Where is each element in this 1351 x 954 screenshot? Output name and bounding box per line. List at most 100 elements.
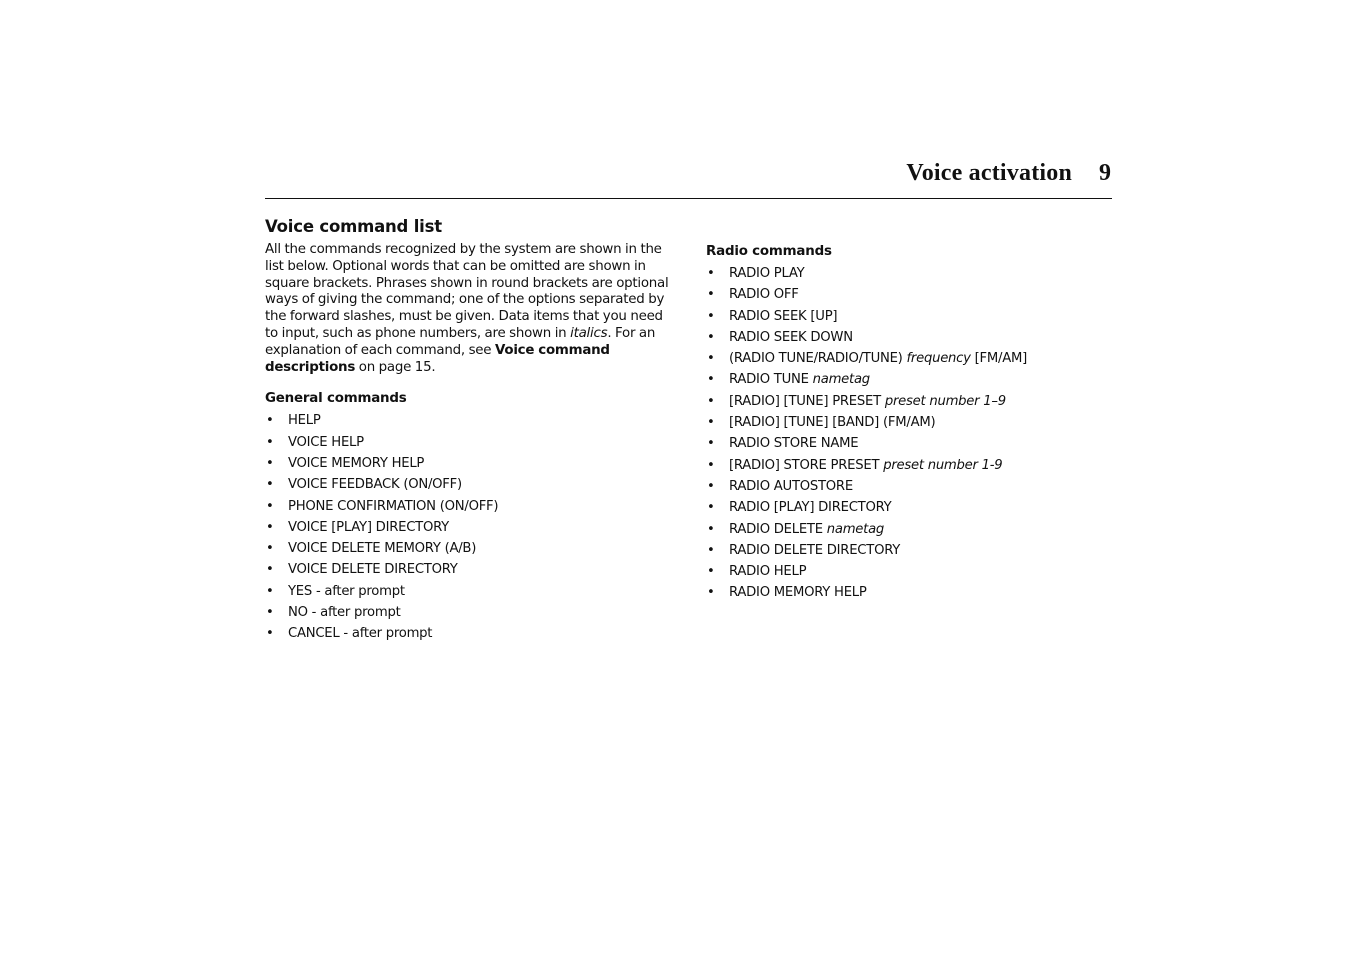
command-text: RADIO SEEK [UP] [729, 308, 838, 324]
command-text: RADIO [PLAY] DIRECTORY [729, 500, 892, 516]
command-text: HELP [288, 413, 321, 429]
command-item: • VOICE FEEDBACK (ON/OFF) [265, 474, 675, 495]
general-commands-list: • HELP • VOICE HELP • VOICE MEMORY HELP • VOICE… [265, 410, 675, 644]
bullet-icon: • [707, 308, 715, 324]
bullet-icon: • [266, 498, 274, 514]
command-item: • YES - after prompt [265, 581, 675, 602]
bullet-icon: • [707, 564, 715, 580]
bullet-icon: • [266, 626, 274, 642]
bullet-icon: • [266, 434, 274, 450]
command-item: • RADIO AUTOSTORE [706, 476, 1116, 497]
chapter-title: Voice activation [906, 160, 1072, 186]
command-text: RADIO DELETE [729, 521, 827, 537]
section-title: Voice command list [265, 217, 442, 236]
command-item: • [RADIO] STORE PRESET preset number 1-9 [706, 455, 1116, 476]
command-parameter: nametag [812, 372, 871, 388]
command-text: YES - after prompt [288, 583, 405, 599]
command-item: • VOICE HELP [265, 432, 675, 453]
command-text: VOICE DELETE MEMORY (A/B) [288, 541, 477, 557]
command-text: RADIO PLAY [729, 266, 805, 281]
command-item: • CANCEL - after prompt [265, 623, 675, 644]
command-text: RADIO AUTOSTORE [729, 478, 853, 494]
command-text: RADIO DELETE DIRECTORY [729, 542, 901, 558]
command-text: (RADIO TUNE/RADIO/TUNE) [729, 351, 907, 367]
command-text: RADIO SEEK DOWN [729, 329, 853, 345]
command-item: • RADIO DELETE nametag [706, 519, 1116, 540]
command-item: • NO - after prompt [265, 602, 675, 623]
command-text: RADIO HELP [729, 564, 807, 580]
bullet-icon: • [707, 372, 715, 388]
command-item: • RADIO HELP [706, 561, 1116, 582]
command-text: RADIO STORE NAME [729, 436, 859, 452]
bullet-icon: • [266, 605, 274, 621]
bullet-icon: • [707, 500, 715, 516]
bullet-icon: • [707, 266, 715, 281]
bullet-icon: • [707, 415, 715, 431]
command-item: • HELP [265, 410, 675, 431]
command-item: • PHONE CONFIRMATION (ON/OFF) [265, 496, 675, 517]
bullet-icon: • [707, 521, 715, 537]
page-number: 9 [1099, 160, 1111, 186]
command-text: [RADIO] [TUNE] [BAND] (FM/AM) [729, 415, 936, 431]
command-parameter: preset number 1–9 [884, 393, 1006, 409]
command-item: • VOICE DELETE DIRECTORY [265, 559, 675, 580]
bullet-icon: • [707, 393, 715, 409]
bullet-icon: • [707, 585, 715, 601]
intro-text: on page 15. [355, 359, 436, 375]
intro-italic: italics [570, 325, 608, 341]
command-item: • RADIO OFF [706, 284, 1116, 305]
intro-paragraph: All the commands recognized by the syste… [265, 242, 675, 376]
radio-commands-heading: Radio commands [706, 244, 832, 259]
command-text: VOICE HELP [288, 434, 364, 450]
command-text: CANCEL - after prompt [288, 626, 433, 642]
general-commands-heading: General commands [265, 391, 407, 407]
command-text: VOICE MEMORY HELP [288, 455, 425, 471]
command-item: • RADIO [PLAY] DIRECTORY [706, 497, 1116, 518]
left-column: Voice command list All the commands reco… [265, 217, 675, 645]
command-item: • RADIO MEMORY HELP [706, 582, 1116, 603]
bullet-icon: • [266, 541, 274, 557]
bullet-icon: • [266, 413, 274, 429]
command-text: VOICE [PLAY] DIRECTORY [288, 519, 449, 535]
command-item: • RADIO STORE NAME [706, 433, 1116, 454]
bullet-icon: • [266, 455, 274, 471]
command-text: RADIO MEMORY HELP [729, 585, 867, 601]
bullet-icon: • [707, 287, 715, 303]
command-item: • RADIO SEEK DOWN [706, 327, 1116, 348]
bullet-icon: • [707, 436, 715, 452]
bullet-icon: • [707, 457, 715, 473]
command-item: • RADIO DELETE DIRECTORY [706, 540, 1116, 561]
bullet-icon: • [707, 478, 715, 494]
command-text: VOICE FEEDBACK (ON/OFF) [288, 477, 462, 493]
command-text: VOICE DELETE DIRECTORY [288, 562, 458, 578]
radio-commands-list: • RADIO PLAY • RADIO OFF • RADIO SEEK [UP] • RA… [706, 263, 1116, 604]
bullet-icon: • [266, 562, 274, 578]
command-item: • VOICE MEMORY HELP [265, 453, 675, 474]
command-suffix: [FM/AM] [970, 351, 1028, 367]
right-column: Radio commands • RADIO PLAY • RADIO OFF • RAD… [706, 243, 1116, 604]
bullet-icon: • [707, 542, 715, 558]
command-text: RADIO OFF [729, 287, 799, 303]
command-text: PHONE CONFIRMATION (ON/OFF) [288, 498, 499, 514]
command-item: • RADIO SEEK [UP] [706, 306, 1116, 327]
command-parameter: preset number 1-9 [883, 457, 1003, 473]
command-item: • VOICE [PLAY] DIRECTORY [265, 517, 675, 538]
command-item: • RADIO PLAY [706, 263, 1116, 284]
command-text: [RADIO] STORE PRESET [729, 457, 884, 473]
bullet-icon: • [266, 583, 274, 599]
command-item: • RADIO TUNE nametag [706, 369, 1116, 390]
command-text: [RADIO] [TUNE] PRESET [729, 393, 885, 409]
command-parameter: nametag [826, 521, 885, 537]
command-item: • VOICE DELETE MEMORY (A/B) [265, 538, 675, 559]
command-parameter: frequency [906, 351, 971, 367]
command-text: RADIO TUNE [729, 372, 813, 388]
command-item: • [RADIO] [TUNE] [BAND] (FM/AM) [706, 412, 1116, 433]
bullet-icon: • [707, 329, 715, 345]
command-text: NO - after prompt [288, 605, 401, 621]
bullet-icon: • [707, 351, 715, 367]
page-header: Voice activation 9 [265, 158, 1112, 199]
bullet-icon: • [266, 477, 274, 493]
command-item: • [RADIO] [TUNE] PRESET preset number 1–9 [706, 391, 1116, 412]
command-item: • (RADIO TUNE/RADIO/TUNE) frequency [FM/A… [706, 348, 1116, 369]
bullet-icon: • [266, 519, 274, 535]
